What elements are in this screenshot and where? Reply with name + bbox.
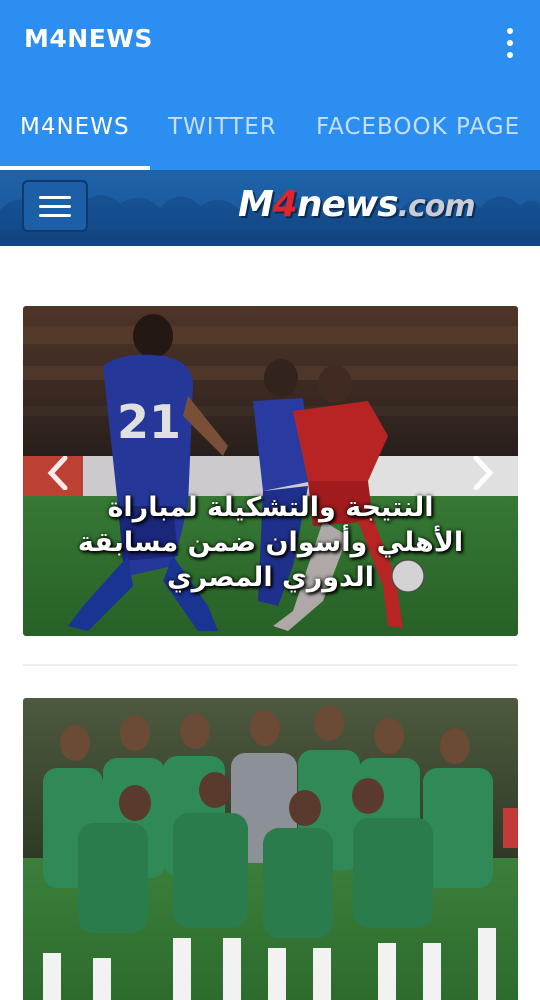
tab-bar: M4NEWS TWITTER FACEBOOK PAGE [0,86,540,170]
chevron-right-icon[interactable] [472,456,494,490]
news-card-image[interactable] [23,698,518,1000]
site-header: M4news.com [0,170,540,246]
team-photo [23,698,518,1000]
slide-title[interactable]: النتيجة والتشكيلة لمباراة الأهلي وأسوان … [63,490,478,595]
hamburger-menu-icon[interactable] [22,180,88,232]
tab-twitter[interactable]: TWITTER [168,114,277,140]
site-logo[interactable]: M4news.com [238,184,476,225]
tab-facebook-page[interactable]: FACEBOOK PAGE [316,114,520,140]
chevron-left-icon[interactable] [47,456,69,490]
content-area: 21 النتيجة والتشكيلة لمباراة الأهلي وأسو… [0,246,540,1000]
featured-slide[interactable]: 21 النتيجة والتشكيلة لمباراة الأهلي وأسو… [23,306,518,636]
app-bar: M4NEWS [0,0,540,86]
divider [23,664,518,666]
more-vert-icon[interactable] [502,28,518,58]
app-title: M4NEWS [24,24,153,53]
tab-m4news[interactable]: M4NEWS [20,114,130,140]
